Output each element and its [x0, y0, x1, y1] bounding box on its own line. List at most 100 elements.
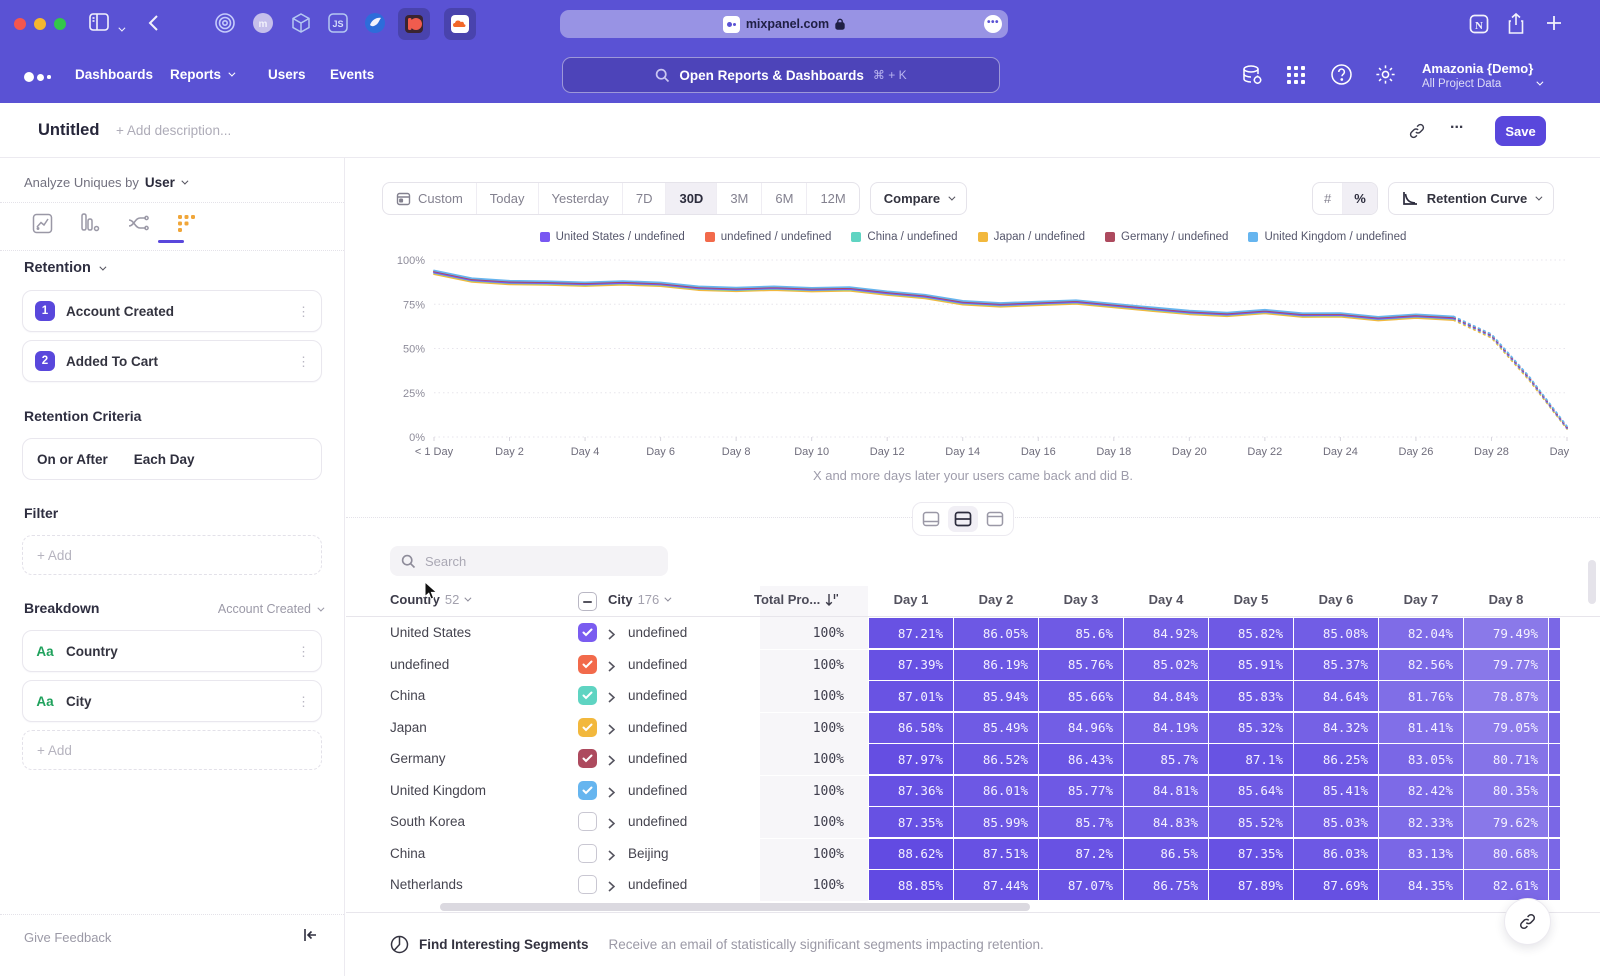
apps-grid-icon[interactable]: [1286, 65, 1306, 85]
kebab-menu-icon[interactable]: ⋮: [297, 359, 309, 364]
breakdown-scope-selector[interactable]: Account Created: [218, 602, 322, 616]
date-range-custom[interactable]: Custom: [383, 183, 477, 214]
percent-toggle[interactable]: %: [1343, 183, 1377, 214]
retention-cell[interactable]: 81.76%: [1379, 681, 1463, 711]
table-row[interactable]: Japanundefined100%86.58%85.49%84.96%84.1…: [346, 713, 1600, 744]
favicon-js-icon[interactable]: JS: [327, 12, 349, 34]
project-chevron-icon[interactable]: [1536, 73, 1541, 91]
retention-cell[interactable]: 85.82%: [1209, 618, 1293, 648]
retention-cell[interactable]: 85.99%: [954, 807, 1038, 837]
retention-cell[interactable]: 79.49%: [1464, 618, 1548, 648]
table-row[interactable]: Germanyundefined100%87.97%86.52%86.43%85…: [346, 744, 1600, 775]
sidebar-toggle-icon[interactable]: [88, 12, 110, 32]
day-column-header[interactable]: Day 3: [1039, 592, 1123, 607]
tab-retention[interactable]: [174, 210, 198, 236]
retention-section-header[interactable]: Retention: [24, 260, 104, 276]
criteria-on-or-after[interactable]: On or After: [37, 452, 108, 467]
nav-users[interactable]: Users: [268, 67, 306, 82]
favicon-target-icon[interactable]: [214, 12, 236, 34]
back-icon[interactable]: [148, 14, 159, 32]
row-checkbox[interactable]: [578, 812, 597, 831]
give-feedback-link[interactable]: Give Feedback: [24, 930, 111, 945]
row-checkbox[interactable]: [578, 749, 597, 768]
favicon-m-icon[interactable]: m: [252, 12, 274, 34]
table-row[interactable]: undefinedundefined100%87.39%86.19%85.76%…: [346, 650, 1600, 681]
chevron-down-icon[interactable]: [118, 19, 123, 37]
retention-cell[interactable]: 83.13%: [1379, 839, 1463, 869]
retention-cell[interactable]: 86.75%: [1124, 870, 1208, 900]
retention-cell[interactable]: 85.03%: [1294, 807, 1378, 837]
expand-row-icon[interactable]: [608, 816, 615, 834]
expand-row-icon[interactable]: [608, 753, 615, 771]
row-checkbox[interactable]: [578, 655, 597, 674]
favicon-tab-cloud-icon[interactable]: [444, 8, 476, 40]
day-column-header[interactable]: Day 8: [1464, 592, 1548, 607]
retention-cell[interactable]: 85.37%: [1294, 650, 1378, 680]
retention-cell[interactable]: 87.07%: [1039, 870, 1123, 900]
retention-cell[interactable]: 84.35%: [1379, 870, 1463, 900]
split-view-toggle[interactable]: [948, 506, 978, 532]
date-range-3m[interactable]: 3M: [717, 183, 762, 214]
retention-cell[interactable]: 85.32%: [1209, 713, 1293, 743]
day-column-header[interactable]: Day 7: [1379, 592, 1463, 607]
expand-row-icon[interactable]: [608, 722, 615, 740]
retention-cell[interactable]: 81.41%: [1379, 713, 1463, 743]
horizontal-scrollbar[interactable]: [440, 903, 1030, 911]
find-interesting-segments[interactable]: Find Interesting Segments Receive an ema…: [390, 935, 1044, 954]
retention-cell[interactable]: 86.19%: [954, 650, 1038, 680]
expand-row-icon[interactable]: [608, 659, 615, 677]
retention-cell[interactable]: 87.35%: [869, 807, 953, 837]
table-only-toggle[interactable]: [980, 506, 1010, 532]
retention-cell[interactable]: 82.61%: [1464, 870, 1548, 900]
retention-cell[interactable]: 86.05%: [954, 618, 1038, 648]
breakdown-card-country[interactable]: Aa Country ⋮: [22, 630, 322, 672]
share-icon[interactable]: [1506, 12, 1526, 36]
table-row[interactable]: ChinaBeijing100%88.62%87.51%87.2%86.5%87…: [346, 839, 1600, 870]
retention-cell[interactable]: 83.05%: [1379, 744, 1463, 774]
retention-cell[interactable]: 87.51%: [954, 839, 1038, 869]
nav-dashboards[interactable]: Dashboards: [75, 67, 153, 82]
nav-events[interactable]: Events: [330, 67, 374, 82]
retention-cell[interactable]: 87.1%: [1209, 744, 1293, 774]
analyze-value[interactable]: User: [145, 175, 175, 190]
tab-insights[interactable]: [30, 210, 54, 236]
chart-type-selector[interactable]: Retention Curve: [1388, 182, 1554, 215]
mixpanel-logo[interactable]: [24, 72, 51, 82]
date-range-today[interactable]: Today: [477, 183, 539, 214]
retention-cell[interactable]: 84.92%: [1124, 618, 1208, 648]
select-all-checkbox[interactable]: [578, 592, 597, 611]
retention-cell[interactable]: 84.81%: [1124, 776, 1208, 806]
table-row[interactable]: South Koreaundefined100%87.35%85.99%85.7…: [346, 807, 1600, 838]
retention-cell[interactable]: 85.7%: [1039, 807, 1123, 837]
chart-only-toggle[interactable]: [916, 506, 946, 532]
retention-cell[interactable]: 79.62%: [1464, 807, 1548, 837]
expand-row-icon[interactable]: [608, 785, 615, 803]
kebab-menu-icon[interactable]: ⋮: [297, 699, 309, 704]
criteria-each-day[interactable]: Each Day: [134, 452, 195, 467]
day-column-header[interactable]: Day 1: [869, 592, 953, 607]
nav-reports[interactable]: Reports: [170, 67, 233, 82]
table-row[interactable]: Netherlandsundefined100%88.85%87.44%87.0…: [346, 870, 1600, 901]
legend-item[interactable]: United States / undefined: [540, 231, 685, 243]
city-column-header[interactable]: City176: [608, 592, 669, 607]
row-checkbox[interactable]: [578, 718, 597, 737]
address-bar[interactable]: mixpanel.com •••: [560, 10, 1008, 38]
retention-cell[interactable]: 85.02%: [1124, 650, 1208, 680]
retention-cell[interactable]: 85.52%: [1209, 807, 1293, 837]
table-row[interactable]: Chinaundefined100%87.01%85.94%85.66%84.8…: [346, 681, 1600, 712]
retention-cell[interactable]: 84.19%: [1124, 713, 1208, 743]
retention-cell[interactable]: 85.64%: [1209, 776, 1293, 806]
zoom-window-button[interactable]: [54, 18, 66, 30]
add-filter-button[interactable]: + Add: [22, 535, 322, 575]
retention-cell[interactable]: 82.42%: [1379, 776, 1463, 806]
legend-item[interactable]: China / undefined: [851, 231, 957, 243]
row-checkbox[interactable]: [578, 875, 597, 894]
expand-row-icon[interactable]: [608, 879, 615, 897]
retention-cell[interactable]: 86.5%: [1124, 839, 1208, 869]
retention-cell[interactable]: 82.04%: [1379, 618, 1463, 648]
settings-gear-icon[interactable]: [1374, 63, 1397, 86]
retention-cell[interactable]: 86.25%: [1294, 744, 1378, 774]
day-column-header[interactable]: Day 6: [1294, 592, 1378, 607]
collapse-sidebar-icon[interactable]: [303, 928, 318, 942]
legend-item[interactable]: Japan / undefined: [978, 231, 1085, 243]
